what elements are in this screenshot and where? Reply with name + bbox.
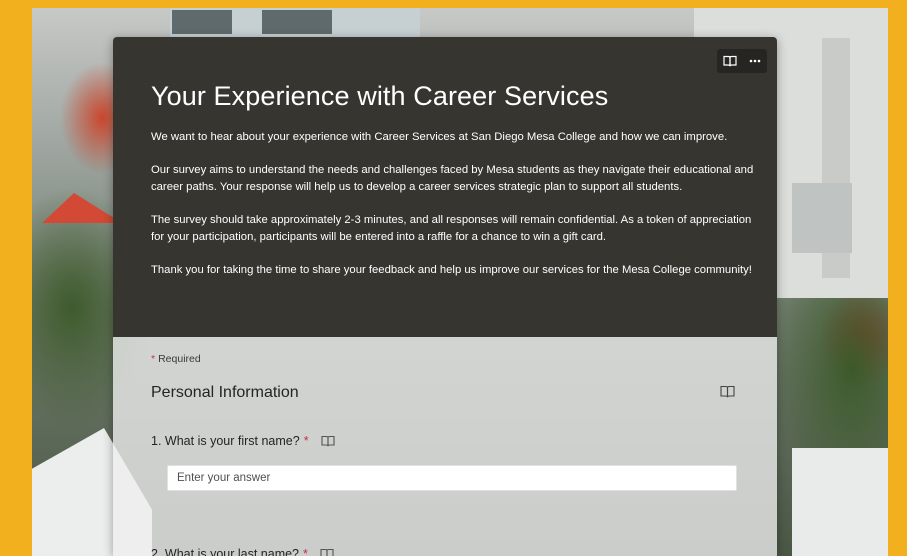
question-number: 1. bbox=[151, 434, 162, 448]
tent bbox=[792, 448, 888, 556]
required-star: * bbox=[303, 547, 308, 556]
form-card: Your Experience with Career Services We … bbox=[113, 37, 777, 556]
header-toolbar bbox=[717, 49, 767, 73]
building-window bbox=[172, 10, 232, 34]
more-options-icon[interactable] bbox=[742, 49, 767, 73]
form-description: We want to hear about your experience wi… bbox=[151, 129, 761, 295]
form-title: Your Experience with Career Services bbox=[151, 81, 609, 111]
description-paragraph: The survey should take approximately 2-3… bbox=[151, 214, 752, 243]
first-name-input[interactable] bbox=[167, 465, 737, 491]
description-paragraph: We want to hear about your experience wi… bbox=[151, 131, 728, 143]
question-label: What is your first name? bbox=[164, 434, 300, 448]
immersive-reader-icon[interactable] bbox=[720, 385, 735, 403]
question-label: What is your last name? bbox=[164, 547, 300, 556]
tent-red bbox=[42, 193, 122, 223]
required-label: Required bbox=[158, 353, 201, 365]
immersive-reader-icon[interactable] bbox=[717, 49, 742, 73]
required-star: * bbox=[303, 434, 309, 448]
immersive-reader-icon[interactable] bbox=[320, 548, 334, 556]
section-title: Personal Information bbox=[151, 384, 299, 401]
question-1: 1. What is your first name? * bbox=[151, 434, 335, 448]
building-window bbox=[262, 10, 332, 34]
question-number: 2. bbox=[151, 547, 162, 556]
question-2: 2. What is your last name? * bbox=[151, 547, 334, 556]
required-star: * bbox=[151, 353, 156, 365]
description-paragraph: Thank you for taking the time to share y… bbox=[151, 264, 752, 276]
immersive-reader-icon[interactable] bbox=[321, 435, 335, 447]
form-body: * Required Personal Information 1. What i… bbox=[113, 337, 777, 556]
building-panel bbox=[792, 183, 852, 253]
description-paragraph: Our survey aims to understand the needs … bbox=[151, 164, 754, 193]
required-note: * Required bbox=[151, 353, 201, 365]
form-header: Your Experience with Career Services We … bbox=[113, 37, 777, 337]
